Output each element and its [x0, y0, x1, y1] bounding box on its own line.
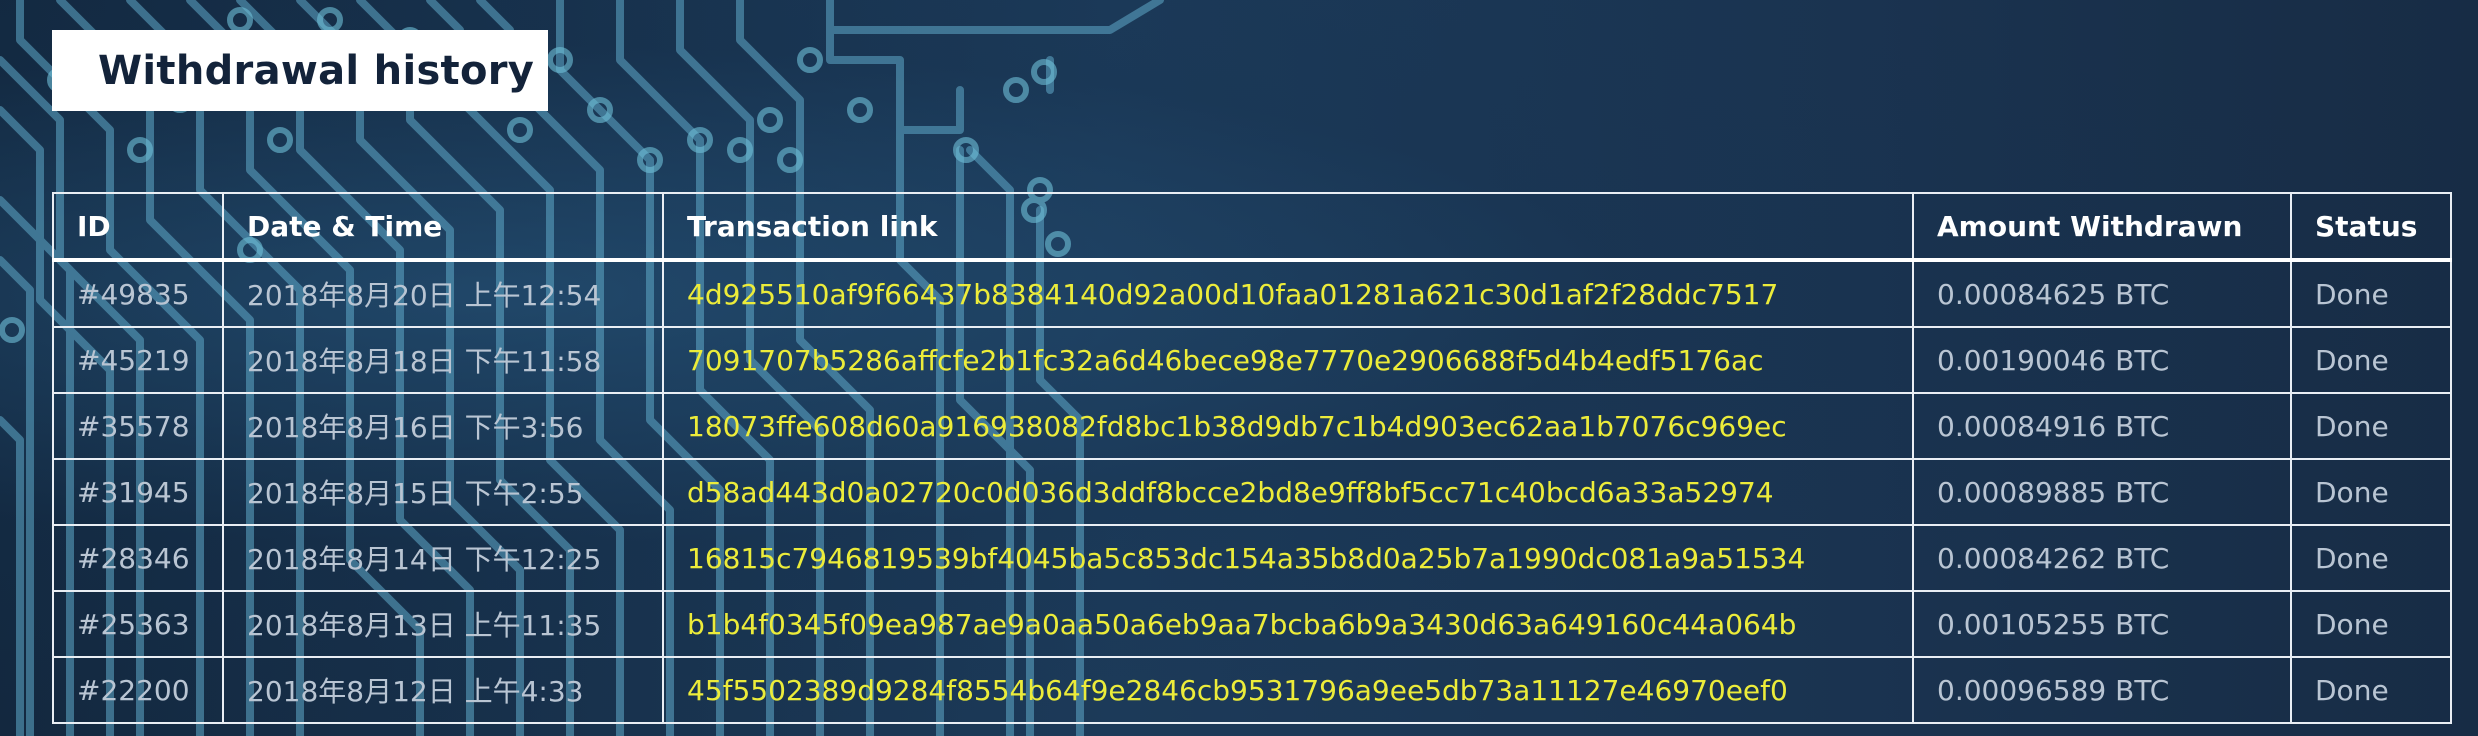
page-title: Withdrawal history — [98, 47, 535, 94]
cell-status: Done — [2290, 326, 2452, 394]
cell-datetime: 2018年8月16日 下午3:56 — [222, 392, 664, 460]
column-header-transaction-link: Transaction link — [662, 192, 1914, 262]
cell-id: #35578 — [52, 392, 224, 460]
cell-id: #31945 — [52, 458, 224, 526]
transaction-link[interactable]: d58ad443d0a02720c0d036d3ddf8bcce2bd8e9ff… — [662, 458, 1914, 526]
column-header-id: ID — [52, 192, 224, 262]
cell-amount: 0.00096589 BTC — [1912, 656, 2292, 724]
column-header-amount: Amount Withdrawn — [1912, 192, 2292, 262]
transaction-link[interactable]: b1b4f0345f09ea987ae9a0aa50a6eb9aa7bcba6b… — [662, 590, 1914, 658]
transaction-link[interactable]: 18073ffe608d60a916938082fd8bc1b38d9db7c1… — [662, 392, 1914, 460]
cell-amount: 0.00084625 BTC — [1912, 259, 2292, 328]
table-row: #45219 2018年8月18日 下午11:58 7091707b5286af… — [52, 326, 2452, 394]
cell-status: Done — [2290, 656, 2452, 724]
cell-amount: 0.00084262 BTC — [1912, 524, 2292, 592]
cell-datetime: 2018年8月12日 上午4:33 — [222, 656, 664, 724]
column-header-datetime: Date & Time — [222, 192, 664, 262]
cell-status: Done — [2290, 524, 2452, 592]
cell-id: #45219 — [52, 326, 224, 394]
table-row: #25363 2018年8月13日 上午11:35 b1b4f0345f09ea… — [52, 590, 2452, 658]
cell-datetime: 2018年8月13日 上午11:35 — [222, 590, 664, 658]
cell-amount: 0.00105255 BTC — [1912, 590, 2292, 658]
cell-amount: 0.00089885 BTC — [1912, 458, 2292, 526]
table-row: #49835 2018年8月20日 上午12:54 4d925510af9f66… — [52, 259, 2452, 328]
transaction-link[interactable]: 16815c7946819539bf4045ba5c853dc154a35b8d… — [662, 524, 1914, 592]
cell-id: #25363 — [52, 590, 224, 658]
cell-datetime: 2018年8月15日 下午2:55 — [222, 458, 664, 526]
cell-id: #22200 — [52, 656, 224, 724]
cell-status: Done — [2290, 458, 2452, 526]
transaction-link[interactable]: 7091707b5286affcfe2b1fc32a6d46bece98e777… — [662, 326, 1914, 394]
page-title-box: Withdrawal history — [52, 30, 548, 111]
cell-status: Done — [2290, 259, 2452, 328]
table-row: #35578 2018年8月16日 下午3:56 18073ffe608d60a… — [52, 392, 2452, 460]
cell-status: Done — [2290, 590, 2452, 658]
cell-amount: 0.00190046 BTC — [1912, 326, 2292, 394]
table-body: #49835 2018年8月20日 上午12:54 4d925510af9f66… — [52, 259, 2452, 724]
cell-datetime: 2018年8月18日 下午11:58 — [222, 326, 664, 394]
cell-datetime: 2018年8月20日 上午12:54 — [222, 259, 664, 328]
table-row: #28346 2018年8月14日 下午12:25 16815c79468195… — [52, 524, 2452, 592]
table-header-row: ID Date & Time Transaction link Amount W… — [52, 192, 2452, 262]
withdrawal-history-table: ID Date & Time Transaction link Amount W… — [52, 192, 2452, 724]
column-header-status: Status — [2290, 192, 2452, 262]
cell-id: #49835 — [52, 259, 224, 328]
table-row: #31945 2018年8月15日 下午2:55 d58ad443d0a0272… — [52, 458, 2452, 526]
transaction-link[interactable]: 4d925510af9f66437b8384140d92a00d10faa012… — [662, 259, 1914, 328]
cell-status: Done — [2290, 392, 2452, 460]
cell-amount: 0.00084916 BTC — [1912, 392, 2292, 460]
transaction-link[interactable]: 45f5502389d9284f8554b64f9e2846cb9531796a… — [662, 656, 1914, 724]
table-row: #22200 2018年8月12日 上午4:33 45f5502389d9284… — [52, 656, 2452, 724]
cell-datetime: 2018年8月14日 下午12:25 — [222, 524, 664, 592]
table-header: ID Date & Time Transaction link Amount W… — [52, 192, 2452, 262]
cell-id: #28346 — [52, 524, 224, 592]
